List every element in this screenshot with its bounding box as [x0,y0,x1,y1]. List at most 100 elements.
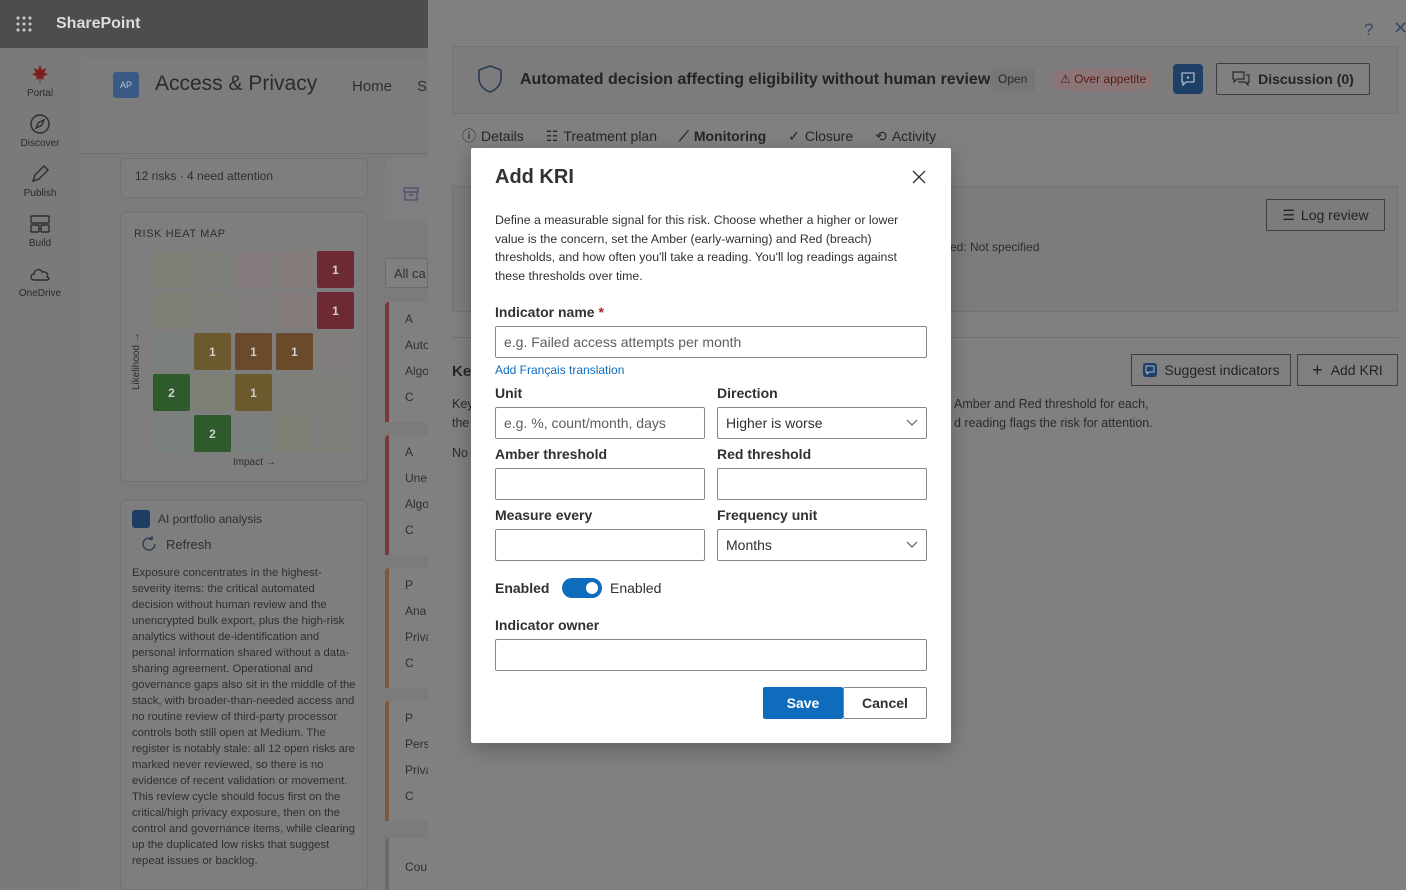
tab-details[interactable]: ⓘ Details [462,126,524,146]
appbar-discover[interactable]: Discover [0,106,80,156]
heatmap-cell [317,415,354,452]
status-badge: Open [990,69,1036,91]
chevron-down-icon [906,541,918,548]
discussion-label: Discussion (0) [1258,71,1354,87]
pen-icon [31,165,49,183]
measure-every-input[interactable] [495,529,705,561]
appbar-portal[interactable]: Portal [0,56,80,106]
appbar-label: Discover [20,138,60,149]
risk-card-id: P [405,711,414,725]
summary-text: 12 risks · 4 need attention [135,169,274,183]
direction-select[interactable]: Higher is worse [717,407,927,439]
heatmap-cell [153,415,190,452]
amber-threshold-input[interactable] [495,468,705,500]
heatmap-y-label: Likelihood → [131,332,142,390]
appbar-label: Publish [23,188,57,199]
risk-card-id: A [405,445,414,459]
heatmap-cell[interactable]: 2 [194,415,231,452]
log-review-button[interactable]: ☰ Log review [1266,199,1385,231]
category-filter[interactable]: All ca [385,258,428,288]
tab-activity[interactable]: ⟲ Activity [875,126,936,146]
heatmap-cell[interactable]: 1 [276,333,313,370]
archive-tab[interactable] [385,158,428,222]
toggle-knob [586,582,598,594]
close-icon[interactable] [909,167,929,187]
appbar-publish[interactable]: Publish [0,156,80,206]
copilot-chat-button[interactable] [1173,64,1203,94]
heatmap-cell[interactable]: 1 [194,333,231,370]
nav-site-link[interactable]: Si [417,78,428,95]
discussion-button[interactable]: Discussion (0) [1216,63,1370,95]
frequency-unit-select[interactable]: Months [717,529,927,561]
kri-desc-left: Key the [452,395,472,433]
indicator-name-input[interactable] [495,326,927,358]
appbar-build[interactable]: Build [0,206,80,256]
save-button[interactable]: Save [763,687,843,719]
cancel-button[interactable]: Cancel [843,687,927,719]
heatmap-cell[interactable]: 2 [153,374,190,411]
heatmap-cell [153,251,190,288]
archive-icon [403,187,419,201]
risk-card-category: Algo [405,497,428,511]
heatmap-cell[interactable]: 1 [317,292,354,329]
ai-analysis-title: AI portfolio analysis [158,512,263,526]
app-bar: Portal Discover Publish Build OneDrive [0,48,80,890]
add-kri-button[interactable]: + Add KRI [1297,354,1398,386]
heatmap-grid: 11111212 [153,251,354,452]
tab-label: Treatment plan [563,128,657,144]
risk-card[interactable]: A Auto Algo C [385,302,428,422]
nav-home-link[interactable]: Home [352,78,392,95]
add-kri-label: Add KRI [1330,362,1383,378]
history-icon: ⟲ [875,127,887,144]
tab-monitoring[interactable]: ⟋ Monitoring [679,126,766,146]
chat-icon [1181,72,1195,87]
plus-icon: + [1312,359,1323,380]
risk-card-category: Priva [405,763,428,777]
risk-card-title: Pers [405,737,428,751]
help-icon[interactable]: ? [1364,20,1373,40]
refresh-icon [142,535,156,551]
risk-card[interactable]: Cou [385,838,428,890]
tab-treatment-plan[interactable]: ☷ Treatment plan [546,126,657,146]
site-title[interactable]: Access & Privacy [155,72,317,96]
panel-tabs: ⓘ Details ☷ Treatment plan ⟋ Monitoring ✓ Cl… [462,126,958,146]
heatmap-cell[interactable]: 1 [317,251,354,288]
heatmap-cell [194,251,231,288]
refresh-button[interactable]: Refresh [140,535,212,553]
risk-card[interactable]: A Une Algo C [385,435,428,555]
heatmap-cell [276,415,313,452]
app-launcher-icon[interactable] [0,0,48,48]
add-translation-link[interactable]: Add Français translation [495,363,624,377]
enabled-toggle[interactable] [562,578,602,598]
appbar-label: Build [28,238,52,249]
close-panel-icon[interactable]: ✕ [1393,18,1406,39]
risk-card-title: Cou [405,860,428,874]
appbar-onedrive[interactable]: OneDrive [0,256,80,306]
kri-section-title: Key [452,363,472,380]
red-threshold-input[interactable] [717,468,927,500]
heatmap-cell[interactable]: 1 [235,374,272,411]
site-logo: AP [113,72,139,98]
no-kri-text: No [452,446,468,460]
risk-card[interactable]: P Pers Priva C [385,701,428,821]
indicator-owner-label: Indicator owner [495,617,600,633]
unit-input[interactable] [495,407,705,439]
risk-card[interactable]: P Ana Priva C [385,568,428,688]
risk-card-flag: C [405,789,414,803]
heatmap-cell [153,333,190,370]
log-review-label: Log review [1300,207,1369,223]
suite-title[interactable]: SharePoint [56,15,140,33]
red-threshold-label: Red threshold [717,446,812,462]
risk-card-flag: C [405,523,414,537]
risk-card-title: Une [405,471,428,485]
risk-card-id: P [405,578,414,592]
indicator-owner-input[interactable] [495,639,927,671]
info-icon: ⓘ [462,128,476,144]
heatmap-cell[interactable]: 1 [235,333,272,370]
suggest-indicators-button[interactable]: Suggest indicators [1131,354,1291,386]
tab-closure[interactable]: ✓ Closure [788,126,853,146]
appbar-label: OneDrive [18,288,62,299]
heatmap-cell [194,374,231,411]
compass-icon [30,114,50,134]
kri-desc-left-2: the [452,416,470,430]
